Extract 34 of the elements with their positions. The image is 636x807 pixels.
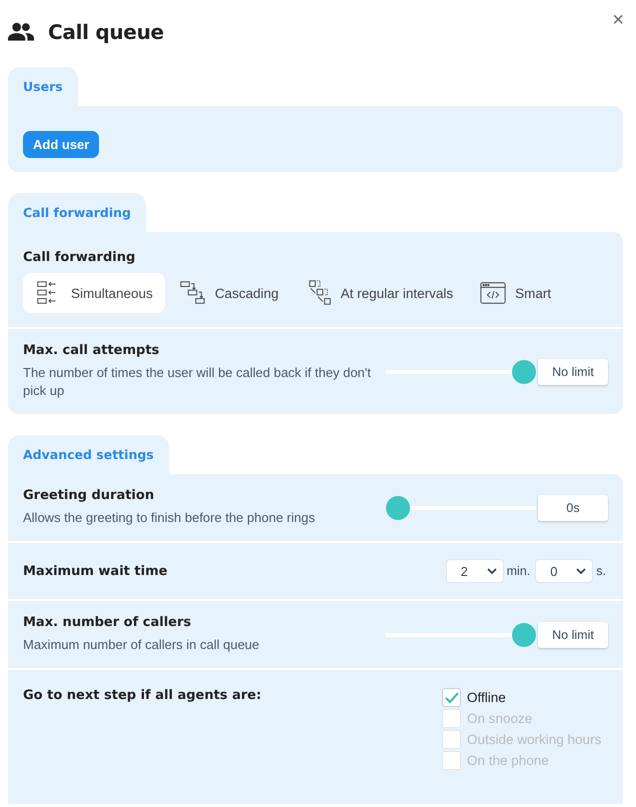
setting-label: Greeting duration xyxy=(23,488,156,503)
close-button[interactable]: × xyxy=(612,10,624,30)
checkbox[interactable] xyxy=(442,688,461,707)
window-title: Call queue xyxy=(48,20,164,44)
forwarding-option[interactable]: Simultaneous xyxy=(23,273,165,313)
slider-thumb[interactable] xyxy=(512,622,536,646)
chevron-down-icon xyxy=(576,568,586,574)
checkbox-label: Outside working hours xyxy=(467,732,602,747)
value-field[interactable]: 0s xyxy=(538,494,608,520)
unit-label: min. xyxy=(506,564,530,578)
forwarding-option[interactable]: Cascading xyxy=(166,273,291,313)
chevron-down-icon xyxy=(486,568,497,574)
setting-label: Call forwarding xyxy=(23,250,136,265)
checkbox-label: On snooze xyxy=(467,711,532,726)
minutes-select[interactable]: 2 xyxy=(446,559,504,583)
setting-label: Max. call attempts xyxy=(23,343,160,358)
people-icon xyxy=(8,22,34,42)
slider-thumb[interactable] xyxy=(512,360,536,384)
unit-label: s. xyxy=(596,564,606,578)
forwarding-option[interactable]: At regular intervals xyxy=(292,273,466,313)
checkmark-icon xyxy=(444,692,458,704)
value-field[interactable]: No limit xyxy=(538,358,608,384)
checkbox-label: Offline xyxy=(467,690,506,705)
slider-thumb[interactable] xyxy=(386,496,410,520)
setting-label: Max. number of callers xyxy=(23,615,192,630)
checkbox-label: On the phone xyxy=(467,753,549,768)
setting-description: Maximum number of callers in call queue xyxy=(23,636,260,654)
setting-description: Allows the greeting to finish before the phone rings xyxy=(23,509,316,527)
setting-description: The number of times the user will be called back if they don't pick up xyxy=(23,364,372,400)
forwarding-option[interactable]: Smart xyxy=(467,273,564,313)
value-field[interactable]: No limit xyxy=(538,622,608,648)
seconds-select[interactable]: 0 xyxy=(535,559,594,583)
setting-label: Maximum wait time xyxy=(23,564,168,578)
setting-label: Go to next step if all agents are: xyxy=(23,688,262,703)
